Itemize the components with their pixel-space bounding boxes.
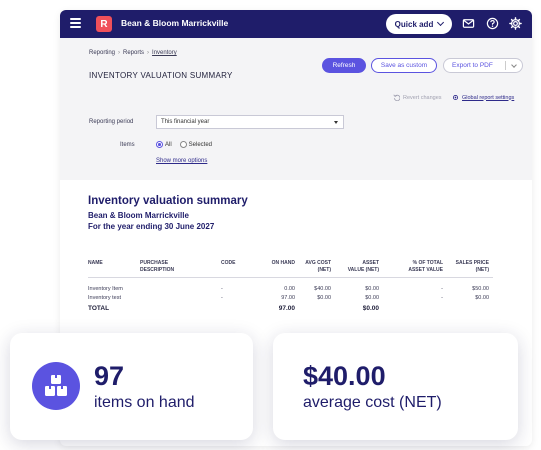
reporting-period-select[interactable]: This financial year	[156, 115, 344, 129]
items-radio-group: All Selected	[156, 141, 212, 148]
organisation-name[interactable]: Bean & Bloom Marrickville	[121, 18, 228, 28]
radio-unselected-icon	[179, 141, 187, 148]
items-radio-selected[interactable]: Selected	[179, 141, 213, 148]
reporting-period-value: This financial year	[161, 119, 210, 125]
quick-add-button[interactable]: Quick add	[386, 14, 452, 34]
chevron-down-icon	[437, 18, 445, 27]
mail-icon[interactable]	[462, 17, 475, 30]
breadcrumb: Reporting › Reports › Inventory	[89, 50, 177, 56]
table-row-asset-value: $0.00	[365, 286, 379, 292]
breadcrumb-inventory[interactable]: Inventory	[152, 50, 177, 56]
table-total-asset-value: $0.00	[362, 305, 379, 312]
gear-icon	[452, 94, 459, 101]
help-icon[interactable]	[486, 17, 499, 30]
export-to-pdf-button[interactable]: Export to PDF	[443, 58, 523, 73]
col-header-sales-price: SALES PRICE (NET)	[455, 260, 489, 273]
items-radio-all[interactable]: All	[156, 141, 172, 148]
show-more-options-link[interactable]: Show more options	[156, 158, 207, 164]
save-as-custom-button[interactable]: Save as custom	[371, 58, 437, 73]
refresh-button[interactable]: Refresh	[322, 58, 366, 73]
radio-selected-icon	[156, 141, 163, 148]
export-label: Export to PDF	[452, 62, 493, 69]
global-settings-label: Global report settings	[462, 94, 515, 101]
report-period: For the year ending 30 June 2027	[88, 222, 215, 231]
table-row-avg-cost: $0.00	[317, 295, 331, 301]
boxes-icon	[32, 362, 80, 410]
report-settings-panel: Reporting › Reports › Inventory INVENTORY VA…	[60, 38, 532, 180]
brand-logo[interactable]: R	[96, 16, 112, 32]
col-header-avg-cost: AVG COST (NET)	[305, 260, 331, 273]
average-cost-label: average cost (NET)	[303, 394, 442, 411]
col-header-name: NAME	[88, 260, 103, 266]
global-report-settings-link[interactable]: Global report settings	[452, 94, 514, 101]
table-row-asset-value: $0.00	[365, 295, 379, 301]
caret-down-icon	[334, 121, 338, 124]
revert-changes-link: Revert changes	[393, 94, 442, 101]
table-header-divider	[88, 277, 493, 278]
col-header-code: CODE	[221, 260, 236, 266]
table-total-on-hand: 97.00	[278, 305, 295, 312]
table-row-sales-price: $50.00	[472, 286, 489, 292]
table-row-on-hand: 0.00	[284, 286, 295, 292]
col-header-purchase-description: PURCHASE DESCRIPTION	[140, 260, 175, 273]
table-row-sales-price: $0.00	[475, 295, 489, 301]
radio-all-label: All	[165, 141, 172, 148]
items-on-hand-label: items on hand	[94, 394, 195, 411]
menu-icon[interactable]	[70, 18, 81, 28]
radio-selected-label: Selected	[188, 141, 213, 148]
top-nav-bar: R Bean & Bloom Marrickville Quick add	[60, 10, 532, 38]
items-label: Items	[120, 142, 135, 148]
table-row-avg-cost: $40.00	[314, 286, 331, 292]
page-title: INVENTORY VALUATION SUMMARY	[89, 71, 233, 80]
stacked-boxes-icon	[45, 375, 67, 396]
table-total-label: TOTAL	[88, 305, 110, 312]
revert-label: Revert changes	[403, 94, 442, 101]
quick-add-label: Quick add	[394, 19, 434, 29]
breadcrumb-reports[interactable]: Reports	[123, 50, 144, 56]
col-header-on-hand: ON HAND	[271, 260, 295, 266]
items-on-hand-card: 97 items on hand	[10, 333, 253, 440]
report-title: Inventory valuation summary	[88, 195, 248, 207]
average-cost-card: $40.00 average cost (NET)	[273, 333, 518, 440]
breadcrumb-reporting[interactable]: Reporting	[89, 50, 115, 56]
col-header-percent-total: % OF TOTAL ASSET VALUE	[408, 260, 443, 273]
table-row-percent: -	[441, 286, 443, 292]
table-row-on-hand: 97.00	[281, 295, 295, 301]
table-row-code: -	[221, 286, 223, 292]
button-divider	[505, 61, 506, 70]
table-row-name[interactable]: Inventory test	[88, 295, 121, 301]
report-org: Bean & Bloom Marrickville	[88, 211, 189, 220]
revert-icon	[393, 94, 400, 101]
table-row-name[interactable]: Inventory Item	[88, 286, 123, 292]
average-cost-value: $40.00	[303, 361, 386, 391]
reporting-period-label: Reporting period	[89, 119, 134, 125]
settings-gear-icon[interactable]	[509, 17, 522, 30]
items-on-hand-value: 97	[94, 361, 125, 391]
export-dropdown-chevron-icon[interactable]	[511, 62, 517, 68]
col-header-asset-value: ASSET VALUE (NET)	[347, 260, 379, 273]
table-row-percent: -	[441, 295, 443, 301]
table-row-code: -	[221, 295, 223, 301]
